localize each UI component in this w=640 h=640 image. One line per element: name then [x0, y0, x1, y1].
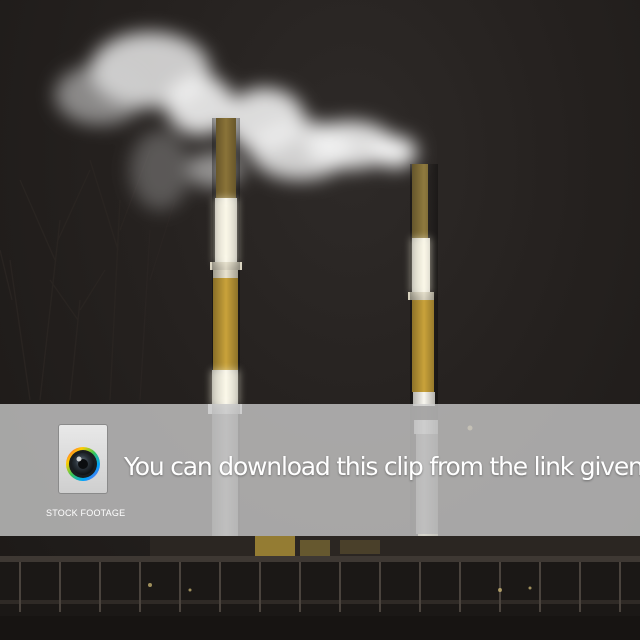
stock-footage-logo[interactable]: STOCK FOOTAGE: [46, 422, 126, 526]
download-message: You can download this clip from the link…: [124, 452, 640, 481]
scene-illustration: [0, 32, 640, 640]
logo-label: STOCK FOOTAGE: [46, 508, 126, 518]
camera-lens-icon: [66, 447, 100, 481]
download-banner: STOCK FOOTAGE You can download this clip…: [0, 404, 640, 536]
bridge-railing: [0, 556, 640, 640]
video-frame: STOCK FOOTAGE You can download this clip…: [0, 0, 640, 640]
